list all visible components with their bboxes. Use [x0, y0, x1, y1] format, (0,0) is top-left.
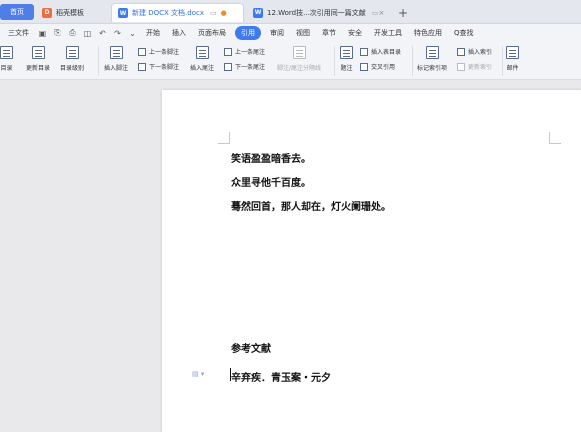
tab-bar: 首页 D 稻壳模板 W 新建 DOCX 文档.docx ▭ ● W 12.Wor… — [0, 0, 581, 24]
footnote-icon — [109, 46, 123, 59]
cross-ref-icon — [360, 62, 368, 71]
prev-endnote-icon — [224, 47, 232, 56]
references-heading: 参考文献 — [231, 344, 271, 355]
mail-button[interactable]: 邮件 — [506, 46, 519, 72]
monitor-icon: ▭ — [209, 9, 217, 17]
prev-footnote-icon — [138, 47, 146, 56]
export-icon[interactable]: ⎘ — [52, 28, 63, 38]
margin-corner-mark — [549, 132, 561, 144]
update-index-button[interactable]: 更新索引 — [457, 62, 492, 71]
unsaved-dot-icon: ● — [220, 9, 227, 17]
mark-index-button[interactable]: 标记索引项 — [417, 46, 447, 72]
poem-line-3: 蓦然回首，那人却在，灯火阑珊处。 — [231, 202, 391, 213]
update-toc-icon — [31, 46, 45, 59]
redo-icon[interactable]: ↷ — [112, 28, 123, 38]
next-endnote-icon — [224, 62, 232, 71]
poem-line-2: 众里寻他千百度。 — [231, 178, 311, 189]
menu-review[interactable]: 审阅 — [264, 28, 290, 38]
caption-icon — [340, 46, 353, 59]
mark-index-icon — [425, 46, 439, 59]
paragraph-options-icon[interactable]: ▤ ▾ — [192, 370, 204, 378]
tab-docer-label: 稻壳模板 — [56, 8, 84, 17]
menu-special[interactable]: 特色应用 — [408, 28, 448, 38]
divider — [502, 46, 503, 76]
docer-icon: D — [42, 7, 52, 18]
menu-section[interactable]: 章节 — [316, 28, 342, 38]
tab-new-docx[interactable]: W 新建 DOCX 文档.docx ▭ ● — [111, 3, 244, 22]
menu-page-layout[interactable]: 页面布局 — [192, 28, 232, 38]
tab-new-docx-label: 新建 DOCX 文档.docx — [132, 9, 204, 17]
tab-home-label: 首页 — [10, 8, 24, 16]
menu-file[interactable]: 三文件 — [2, 28, 35, 38]
tab-word-tips[interactable]: W 12.Word技...次引用同一篇文献 ▭ × — [247, 3, 388, 22]
print-icon[interactable]: ⎙ — [67, 28, 78, 38]
save-icon[interactable]: ▣ — [37, 28, 48, 38]
word-doc-icon: W — [253, 7, 263, 18]
margin-corner-mark — [218, 132, 230, 144]
new-tab-plus-icon[interactable]: + — [395, 3, 411, 22]
divider — [412, 46, 413, 76]
ribbon-references: 目录 更新目录 目录级别 插入脚注 上一条脚注 下一条脚注 插入尾注 上一条尾注… — [0, 42, 581, 80]
print-preview-icon[interactable]: ◫ — [82, 28, 93, 38]
text-cursor — [230, 368, 231, 381]
footnote-separator-button[interactable]: 脚注/尾注分隔线 — [277, 46, 321, 72]
insert-endnote-button[interactable]: 插入尾注 — [190, 46, 214, 72]
menu-insert[interactable]: 插入 — [166, 28, 192, 38]
poem-line-1: 笑语盈盈暗香去。 — [231, 154, 311, 165]
separator-icon — [292, 46, 306, 59]
menu-bar: 三文件 ▣ ⎘ ⎙ ◫ ↶ ↷ ⌄ 开始 插入 页面布局 引用 审阅 视图 章节… — [0, 24, 581, 42]
prev-footnote-button[interactable]: 上一条脚注 — [138, 47, 179, 56]
customize-icon[interactable]: ⌄ — [127, 28, 138, 38]
insert-table-toc-button[interactable]: 插入表目录 — [360, 47, 401, 56]
close-icon[interactable]: × — [378, 9, 384, 17]
undo-icon[interactable]: ↶ — [97, 28, 108, 38]
menu-view[interactable]: 视图 — [290, 28, 316, 38]
table-toc-icon — [360, 47, 368, 56]
next-endnote-button[interactable]: 下一条尾注 — [224, 62, 265, 71]
prev-endnote-button[interactable]: 上一条尾注 — [224, 47, 265, 56]
menu-search[interactable]: Q查找 — [448, 28, 480, 38]
toc-level-button[interactable]: 目录级别 — [60, 46, 84, 72]
toc-button[interactable]: 目录 — [0, 46, 13, 72]
menu-references[interactable]: 引用 — [235, 26, 261, 40]
update-toc-button[interactable]: 更新目录 — [26, 46, 50, 72]
caption-button[interactable]: 题注 — [340, 46, 353, 72]
document-page[interactable]: 笑语盈盈暗香去。 众里寻他千百度。 蓦然回首，那人却在，灯火阑珊处。 参考文献 … — [162, 90, 581, 432]
update-index-icon — [457, 62, 465, 71]
reference-entry: 辛弃疾．青玉案・元夕 — [231, 373, 331, 384]
insert-index-button[interactable]: 插入索引 — [457, 47, 492, 56]
tab-home[interactable]: 首页 — [0, 4, 34, 20]
tab-word-tips-label: 12.Word技...次引用同一篇文献 — [267, 8, 366, 17]
divider — [98, 46, 99, 76]
menu-security[interactable]: 安全 — [342, 28, 368, 38]
toc-level-icon — [65, 46, 79, 59]
next-footnote-icon — [138, 62, 146, 71]
mail-icon — [506, 46, 519, 59]
insert-index-icon — [457, 47, 465, 56]
cross-reference-button[interactable]: 交叉引用 — [360, 62, 395, 71]
menu-developer[interactable]: 开发工具 — [368, 28, 408, 38]
next-footnote-button[interactable]: 下一条脚注 — [138, 62, 179, 71]
divider — [334, 46, 335, 76]
insert-footnote-button[interactable]: 插入脚注 — [104, 46, 128, 72]
menu-home[interactable]: 开始 — [140, 28, 166, 38]
toc-icon — [0, 46, 13, 59]
document-workspace: 笑语盈盈暗香去。 众里寻他千百度。 蓦然回首，那人却在，灯火阑珊处。 参考文献 … — [0, 81, 581, 432]
monitor-icon: ▭ — [371, 8, 379, 17]
endnote-icon — [195, 46, 209, 59]
word-doc-icon: W — [118, 8, 128, 18]
tab-docer-templates[interactable]: D 稻壳模板 — [36, 3, 108, 22]
